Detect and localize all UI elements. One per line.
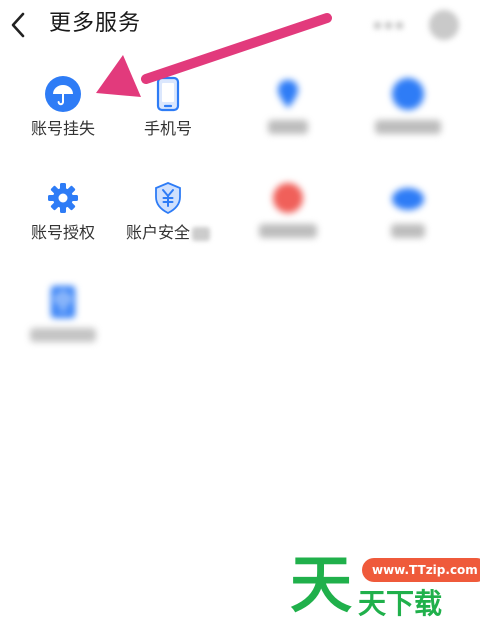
watermark-text: 天下载 <box>358 587 443 620</box>
service-blurred-5[interactable] <box>8 284 118 380</box>
service-phone[interactable]: 手机号 <box>113 76 223 172</box>
service-blurred-2[interactable] <box>353 76 463 172</box>
phone-icon <box>156 76 180 112</box>
cloud-icon <box>392 188 424 210</box>
services-grid: 账号挂失 手机号 账号授权 账户安全 <box>0 0 480 400</box>
service-label: 账户安全 <box>107 222 229 244</box>
service-account-security[interactable]: 账户安全 <box>113 180 223 276</box>
service-label-blurred <box>2 326 124 348</box>
shield-yen-icon <box>155 182 181 215</box>
service-label: 账号授权 <box>30 223 95 242</box>
service-label-blurred <box>227 118 349 140</box>
umbrella-icon <box>45 76 81 112</box>
service-label-blurred <box>227 222 349 244</box>
watermark-big-char: 天 <box>290 548 353 621</box>
more-services-page: 更多服务 账号挂失 手机号 账号授权 账户安全 天 www.TTzip.com … <box>0 0 480 640</box>
service-account-auth[interactable]: 账号授权 <box>8 180 118 276</box>
location-pin-icon <box>278 80 298 108</box>
watermark-url: www.TTzip.com <box>362 558 480 582</box>
service-label: 账号挂失 <box>30 119 95 138</box>
passport-globe-icon <box>51 286 75 318</box>
circle-icon <box>392 78 424 110</box>
service-label-blurred <box>347 222 469 244</box>
service-blurred-4[interactable] <box>353 180 463 276</box>
red-circle-icon <box>273 183 303 213</box>
gear-icon <box>48 183 78 213</box>
service-account-lost[interactable]: 账号挂失 <box>8 76 118 172</box>
service-blurred-1[interactable] <box>233 76 343 172</box>
watermark-logo: 天 www.TTzip.com 天下载 <box>286 548 480 628</box>
service-blurred-3[interactable] <box>233 180 343 276</box>
service-label-blurred <box>347 118 469 140</box>
service-label: 手机号 <box>143 119 192 138</box>
